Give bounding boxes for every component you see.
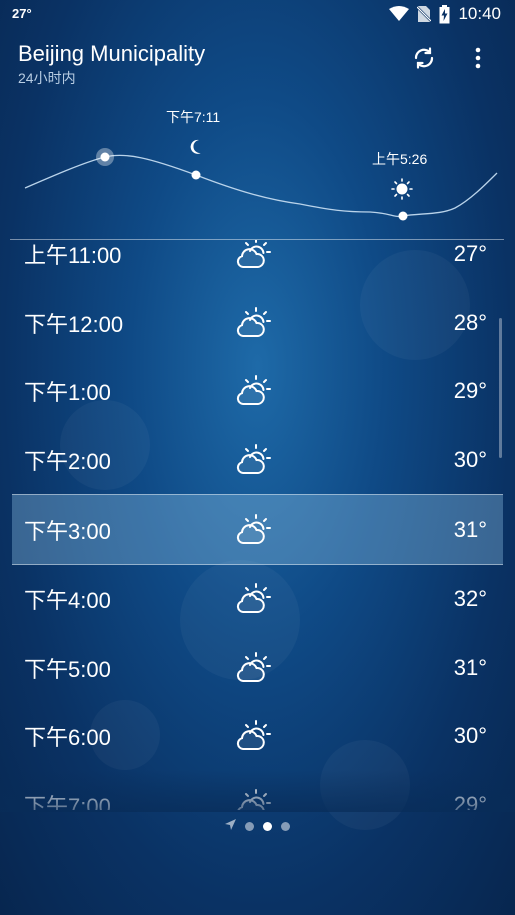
temperature-value: 30° (453, 723, 487, 749)
partly-cloudy-icon (236, 240, 272, 289)
temperature-value: 31° (453, 516, 487, 542)
partly-cloudy-icon (236, 495, 272, 564)
partly-cloudy-icon (236, 357, 272, 426)
partly-cloudy-icon (236, 702, 272, 771)
wifi-icon (389, 6, 410, 22)
hourly-row[interactable]: 下午6:00 30° (0, 702, 515, 771)
location-title[interactable]: Beijing Municipality (18, 41, 205, 67)
hourly-row[interactable]: 下午12:00 28° (0, 289, 515, 358)
battery-charging-icon (439, 4, 450, 24)
hour-label: 上午11:00 (24, 243, 122, 269)
page-dot[interactable] (281, 821, 290, 831)
temperature-value: 29° (453, 792, 487, 810)
current-location-icon[interactable] (225, 817, 236, 835)
sunrise-time-label: 上午5:26 (372, 151, 428, 167)
hourly-row[interactable]: 下午7:00 29° (0, 771, 515, 810)
hour-label: 下午7:00 (24, 794, 111, 810)
status-bar: 27° 10:40 (0, 0, 515, 28)
sun-icon (391, 178, 413, 200)
more-vertical-icon (475, 47, 481, 74)
sunset-marker (191, 170, 201, 180)
moon-icon (190, 139, 201, 154)
partly-cloudy-icon (236, 289, 272, 358)
hourly-row[interactable]: 下午4:00 32° (0, 565, 515, 634)
temperature-value: 29° (453, 378, 487, 404)
partly-cloudy-icon (236, 565, 272, 634)
app-header: Beijing Municipality 24小时内 (0, 34, 515, 94)
refresh-icon (412, 46, 436, 75)
temperature-value: 32° (453, 586, 487, 612)
partly-cloudy-icon (236, 634, 272, 703)
page-dot[interactable] (245, 821, 254, 831)
hour-label: 下午5:00 (24, 656, 111, 682)
clock-time: 10:40 (458, 4, 501, 23)
hour-label: 下午6:00 (24, 725, 111, 751)
partly-cloudy-icon (236, 771, 272, 810)
no-sim-icon (417, 5, 432, 23)
sunrise-marker (398, 211, 408, 221)
hour-label: 下午1:00 (24, 380, 111, 406)
partly-cloudy-icon (236, 426, 272, 495)
hourly-row[interactable]: 上午11:00 27° (0, 240, 515, 289)
sun-moon-graph: 下午7:11 上午5:26 (0, 100, 515, 240)
temperature-value: 28° (453, 309, 487, 335)
status-temperature: 27° (12, 6, 32, 21)
hourly-row[interactable]: 下午3:00 31° (12, 494, 503, 565)
page-dot[interactable] (263, 821, 272, 831)
refresh-button[interactable] (404, 40, 444, 80)
hour-label: 下午4:00 (24, 588, 111, 614)
list-scrollbar[interactable] (499, 318, 502, 458)
hourly-row[interactable]: 下午2:00 30° (0, 426, 515, 495)
more-options-button[interactable] (458, 40, 498, 80)
temperature-value: 31° (453, 654, 487, 680)
page-indicator[interactable] (0, 818, 515, 834)
subtitle-label: 24小时内 (18, 70, 76, 86)
hourly-row[interactable]: 下午5:00 31° (0, 634, 515, 703)
hourly-forecast-list[interactable]: 上午11:00 27° 下午12:00 28° 下午1:00 29° 下午2:0… (0, 240, 515, 810)
hourly-row[interactable]: 下午1:00 29° (0, 357, 515, 426)
hour-label: 下午3:00 (24, 518, 111, 544)
temperature-value: 27° (453, 241, 487, 267)
hour-label: 下午2:00 (24, 449, 111, 475)
temperature-value: 30° (453, 447, 487, 473)
current-position-marker (100, 152, 110, 162)
hour-label: 下午12:00 (24, 311, 124, 337)
sunset-time-label: 下午7:11 (166, 109, 221, 125)
